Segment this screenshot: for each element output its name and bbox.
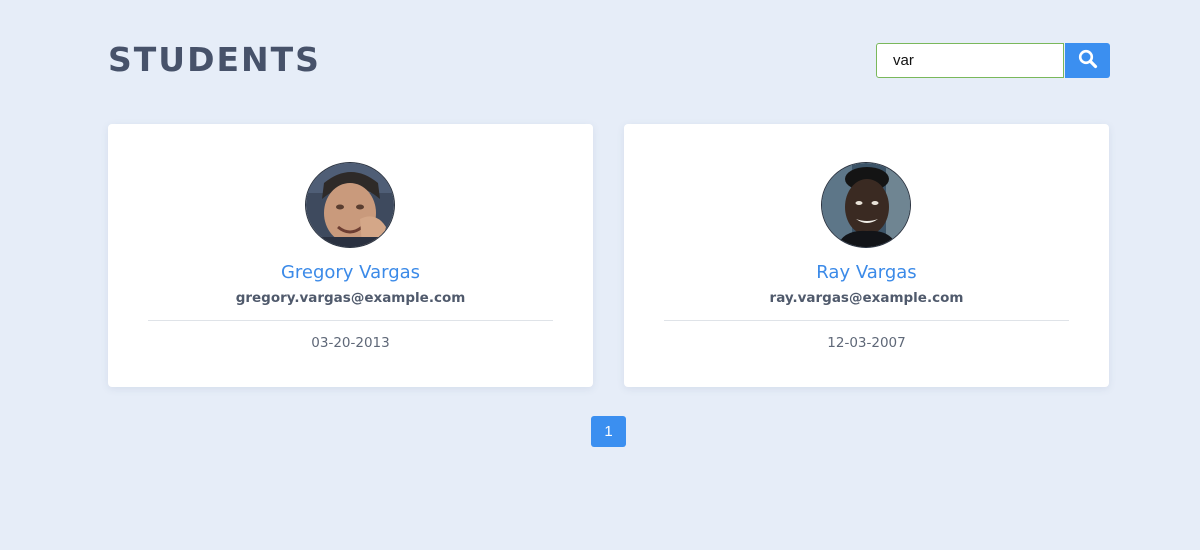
avatar	[305, 162, 395, 248]
student-email: gregory.vargas@example.com	[235, 290, 466, 306]
card-divider	[148, 320, 553, 321]
page-title: STUDENTS	[108, 40, 321, 79]
search-input[interactable]	[876, 43, 1064, 78]
student-card: Ray Vargas ray.vargas@example.com 12-03-…	[624, 124, 1109, 387]
student-date: 03-20-2013	[311, 335, 390, 351]
pagination-page-1[interactable]: 1	[591, 416, 626, 447]
search-button[interactable]	[1065, 43, 1110, 78]
student-name[interactable]: Ray Vargas	[624, 262, 1109, 284]
student-date: 12-03-2007	[827, 335, 906, 351]
student-name[interactable]: Gregory Vargas	[108, 262, 593, 284]
search-bar	[876, 43, 1110, 78]
card-divider	[664, 320, 1069, 321]
search-icon	[1078, 49, 1098, 72]
student-email: ray.vargas@example.com	[769, 290, 964, 306]
student-card: Gregory Vargas gregory.vargas@example.co…	[108, 124, 593, 387]
avatar	[821, 162, 911, 248]
students-page: STUDENTS var Gregory Vargas gregory.varg…	[0, 0, 1200, 550]
